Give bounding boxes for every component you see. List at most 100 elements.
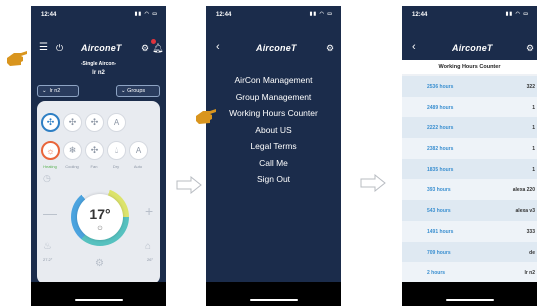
hours-value: 2489 hours [427,104,454,111]
gear-icon[interactable]: ⚙ [95,258,104,269]
back-chevron-icon[interactable]: ‹ [216,42,220,53]
aircon-name: 1 [532,146,535,153]
temperature-dial[interactable]: 17° ⏻ [71,188,129,246]
aircon-name: alexa 220 [512,187,535,194]
home-indicator [74,299,123,301]
hours-value: 1491 hours [427,228,454,235]
chevron-down-icon: ⌄ [121,88,126,94]
control-panel: ✣ ✣ ✣ A ☼ ❄ ✣ 💧︎ A Heating Cooling Fan D… [37,101,160,284]
back-chevron-icon[interactable]: ‹ [412,42,416,53]
settings-icon[interactable]: ⚙ [326,43,334,53]
mode-label-auto: Auto [133,164,143,169]
aircon-name: lr n2 [524,270,535,277]
power-icon[interactable]: ⏻ [56,43,63,53]
indoor-temperature: 27.2° [43,257,53,262]
menu-item-sign-out[interactable]: Sign Out [206,171,341,188]
fan-low-button[interactable]: ✣ [41,113,60,132]
list-item[interactable]: 2222 hours 1 [402,117,537,139]
list-item[interactable]: 2489 hours 1 [402,96,537,118]
phone-counter-screen: 12:44 ▮▮ ◠ ▭ ‹ AirconeT ⚙ Working Hours … [402,6,537,306]
status-time: 12:44 [41,12,57,18]
hamburger-menu-icon[interactable]: ☰ [39,43,48,53]
aircon-name: 322 [526,84,535,90]
signal-wifi-battery-icon: ▮▮ ◠ ▭ [309,11,333,17]
plus-button[interactable]: + [145,203,153,219]
fan-speed-row: ✣ ✣ ✣ A [41,113,129,132]
fan-medium-button[interactable]: ✣ [63,113,82,132]
status-time: 12:44 [412,12,428,18]
hours-value: 393 hours [427,187,451,194]
bell-icon[interactable]: 🔔︎ [152,43,163,53]
auto-mode-button[interactable]: A [129,141,148,160]
indoor-temp-icon: ♨ [43,241,52,252]
set-temperature: 17° [89,206,111,222]
dial-center: 17° ⏻ [77,194,123,240]
aircon-type-label: -Single Aircon- [80,61,117,67]
hours-value: 709 hours [427,249,451,256]
aircon-name: 1 [532,104,535,111]
list-item[interactable]: 2536 hours 322 [402,76,537,97]
fan-mode-button[interactable]: ✣ [85,141,104,160]
hours-value: 2382 hours [427,146,454,153]
mode-row: ☼ ❄ ✣ 💧︎ A [41,141,151,160]
mode-label-dry: Dry [112,164,120,169]
menu-item-call-me[interactable]: Call Me [206,155,341,172]
unit-dropdown[interactable]: ⌄ lr n2 [37,85,79,97]
status-bar: 12:44 ▮▮ ◠ ▭ [31,6,166,24]
home-temp-icon: ⌂ [145,241,152,252]
arrow-right-icon [176,176,202,194]
list-item[interactable]: 393 hours alexa 220 [402,179,537,201]
list-item[interactable]: 709 hours de [402,241,537,263]
settings-icon[interactable]: ⚙ [141,43,149,53]
cooling-mode-button[interactable]: ❄ [63,141,82,160]
list-item[interactable]: 1491 hours 333 [402,220,537,242]
page-title: Working Hours Counter [402,60,537,74]
dry-mode-button[interactable]: 💧︎ [107,141,126,160]
unit-name-label: lr n2 [92,70,105,76]
app-logo: AirconeT [452,43,493,53]
mode-label-fan: Fan [90,164,98,169]
aircon-name: alexa v3 [515,208,535,215]
pointing-hand-icon [7,51,27,66]
hours-value: 2536 hours [427,84,454,90]
signal-wifi-battery-icon: ▮▮ ◠ ▭ [134,11,158,17]
hours-value: 2222 hours [427,125,454,132]
bottom-bar [402,282,537,306]
signal-wifi-battery-icon: ▮▮ ◠ ▭ [505,11,529,17]
home-indicator [249,299,298,301]
menu-item-aircon-management[interactable]: AirCon Management [206,72,341,89]
app-logo: AirconeT [256,43,297,53]
chevron-down-icon: ⌄ [42,88,47,94]
list-item[interactable]: 1835 hours 1 [402,158,537,180]
outdoor-temperature: 26° [147,257,154,262]
menu-item-group-management[interactable]: Group Management [206,89,341,106]
settings-icon[interactable]: ⚙ [526,43,534,53]
home-indicator [445,299,494,301]
aircon-name: de [529,249,535,256]
list-item[interactable]: 2 hours lr n2 [402,262,537,283]
hours-value: 2 hours [427,270,446,277]
menu-item-about-us[interactable]: About US [206,122,341,139]
menu-item-working-hours-counter[interactable]: Working Hours Counter [206,105,341,122]
fan-auto-button[interactable]: A [107,113,126,132]
groups-dropdown-value: Groups [127,88,146,94]
heating-mode-button[interactable]: ☼ [41,141,60,160]
bottom-bar [31,282,166,306]
menu-item-legal-terms[interactable]: Legal Terms [206,138,341,155]
minus-button[interactable]: — [43,205,57,221]
aircon-name: 1 [532,125,535,132]
groups-dropdown[interactable]: ⌄ Groups [116,85,160,97]
list-item[interactable]: 2382 hours 1 [402,138,537,159]
phone-home-screen: 12:44 ▮▮ ◠ ▭ ☰ ⏻ AirconeT ⚙ 🔔︎ -Single A… [31,6,166,306]
phone-menu-screen: 12:44 ▮▮ ◠ ▭ ‹ AirconeT ⚙ AirCon Managem… [206,6,341,306]
hours-list: 2536 hours 322 2489 hours 1 2222 hours 1… [402,76,537,283]
status-bar: 12:44 ▮▮ ◠ ▭ [206,6,341,24]
list-item[interactable]: 543 hours alexa v3 [402,200,537,221]
timer-icon[interactable]: ◷ [43,173,51,184]
power-small-icon[interactable]: ⏻ [77,226,123,233]
side-menu: AirCon Management Group Management Worki… [206,72,341,188]
hours-value: 543 hours [427,208,451,215]
mode-label-cooling: Cooling [65,164,79,169]
fan-high-button[interactable]: ✣ [85,113,104,132]
app-logo: AirconeT [81,43,122,53]
